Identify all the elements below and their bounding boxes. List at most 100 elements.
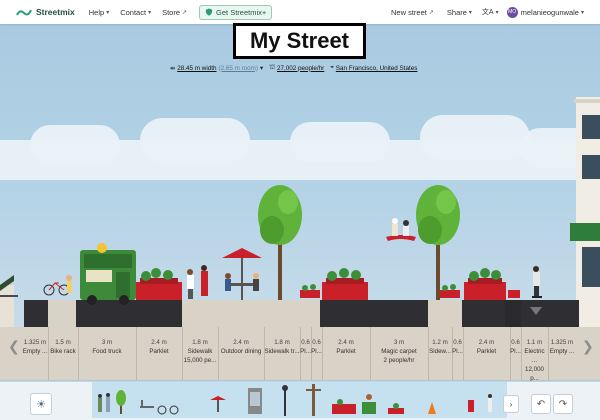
palette-items: [98, 384, 492, 416]
brand-name: Streetmix: [36, 7, 75, 17]
segment-label[interactable]: 0.6 Pl...: [300, 338, 311, 356]
segment-label[interactable]: 2.4 m Parklet: [136, 338, 182, 356]
segment-label[interactable]: 1.325 m Empty ...: [22, 338, 48, 356]
segment-label[interactable]: 2.4 m Parklet: [463, 338, 510, 356]
segment-name: Pl...: [452, 348, 463, 355]
palette-item-pedestrians: [98, 393, 110, 412]
parklet-icon: [136, 268, 182, 300]
logo-icon: [16, 9, 32, 15]
segment-width: 1.325 m: [23, 339, 47, 346]
streetmix-logo[interactable]: Streetmix: [16, 7, 75, 17]
planter-icon: [300, 290, 320, 298]
new-street-label: New street: [391, 7, 427, 17]
segment-width: 0.6: [312, 339, 321, 346]
get-streetmix-plus-button[interactable]: Get Streetmix+: [199, 4, 273, 20]
chevron-down-icon: ▾: [468, 9, 472, 16]
segment-label[interactable]: 0.6 Pl...: [510, 338, 521, 356]
user-menu[interactable]: MO melanieogunwale ▾: [506, 6, 584, 18]
segment-label[interactable]: 1.2 m Sidew...: [428, 338, 452, 356]
palette-item-bench: [140, 400, 154, 408]
menu-help-label: Help: [88, 7, 105, 17]
segment-name: Pl...: [300, 348, 311, 355]
new-street-button[interactable]: New street ↗: [391, 8, 434, 17]
location-info[interactable]: ⌖ San Francisco, United States: [330, 64, 417, 72]
palette-next-button[interactable]: ›: [503, 395, 519, 413]
parklet-icon: [322, 268, 368, 300]
redo-icon[interactable]: ↷: [553, 394, 573, 414]
outdoor-dining-icon: [222, 248, 262, 300]
segment-name: Sidew...: [429, 348, 451, 355]
segment-width: 1.8 m: [274, 339, 290, 346]
street-scene: [24, 185, 579, 328]
external-link-icon: ↗: [428, 9, 434, 16]
shield-icon: [205, 8, 213, 16]
segment-label[interactable]: 2.4 m Outdoor dining: [218, 338, 264, 356]
palette-item-parklet: [332, 399, 356, 414]
sidewalk-surface: [182, 300, 320, 328]
segment-label[interactable]: 1.8 m Sidewalk tr...: [264, 338, 300, 356]
segment-label[interactable]: 1.5 m Bike rack: [48, 338, 78, 356]
palette-item-tree: [116, 390, 126, 414]
segment-name: Bike rack: [50, 348, 76, 355]
segment-width: 0.6: [453, 339, 462, 346]
segment-label[interactable]: 1.325 m Empty ...: [548, 338, 576, 356]
segment-palette[interactable]: [92, 382, 507, 418]
share-menu[interactable]: Share ▾: [447, 8, 472, 17]
segment-label[interactable]: 3 m Magic carpet 2 people/hr: [370, 338, 428, 365]
people-icon: ⛫: [269, 64, 275, 71]
sun-icon[interactable]: ☀: [30, 393, 52, 415]
segment-name: Parklet: [149, 348, 169, 355]
segment-capacity: 2 people/hr: [383, 357, 415, 364]
palette-item-outdoor-dining: [210, 396, 226, 412]
electric-scooter-lane: [505, 300, 521, 328]
palette-item-streetlight: [282, 385, 288, 416]
segment-width: 1.325 m: [550, 339, 574, 346]
magic-carpet-icon: [386, 218, 416, 241]
palette-item-planter: [388, 403, 404, 414]
get-streetmix-plus-label: Get Streetmix+: [216, 7, 267, 17]
menu-store[interactable]: Store ↗: [162, 8, 187, 17]
bike-rack-curb: [48, 300, 76, 328]
segment-label[interactable]: 1.8 m Sidewalk 15,000 pe...: [182, 338, 218, 365]
segment-width: 0.6: [301, 339, 310, 346]
top-menu-bar: Streetmix Help ▾ Contact ▾ Store ↗ Get S…: [0, 0, 600, 24]
segment-label[interactable]: 0.6 Pl...: [452, 338, 463, 356]
map-pin-icon: ⌖: [330, 64, 334, 71]
segment-label[interactable]: 2.4 m Parklet: [322, 338, 370, 356]
segment-width: 2.4 m: [151, 339, 167, 346]
segment-label[interactable]: 1.1 m Electric ... 12,000 p...: [521, 338, 548, 383]
translate-icon: 文A: [481, 9, 494, 16]
language-menu[interactable]: 文A ▾: [482, 7, 499, 17]
street-width-control[interactable]: ⇹ 28.45 m width (2.65 m room) ▾: [170, 65, 263, 72]
menu-store-label: Store: [162, 7, 181, 17]
capacity-label: 27,002 people/hr: [277, 64, 325, 72]
segment-name: Empty ...: [549, 348, 575, 355]
palette-item-utility-pole: [306, 384, 321, 416]
chevron-down-icon: ▾: [260, 64, 264, 72]
menu-contact[interactable]: Contact ▾: [120, 8, 151, 17]
segment-name: Electric ...: [524, 348, 545, 364]
chevron-right-icon[interactable]: ❯: [582, 338, 594, 355]
undo-icon[interactable]: ↶: [531, 394, 551, 414]
bike-rack-icon: [43, 275, 72, 296]
food-truck-icon: [80, 243, 136, 305]
segment-name: Empty ...: [22, 348, 48, 355]
segment-name: Parklet: [336, 348, 356, 355]
parklet-icon: [464, 268, 506, 300]
segment-capacity: 15,000 pe...: [183, 357, 217, 364]
capacity-info[interactable]: ⛫ 27,002 people/hr: [269, 64, 324, 72]
street-metadata: ⇹ 28.45 m width (2.65 m room) ▾ ⛫ 27,002…: [170, 62, 432, 74]
segment-name: Outdoor dining: [220, 348, 262, 355]
chevron-left-icon[interactable]: ❮: [8, 338, 20, 355]
segment-label[interactable]: 3 m Food truck: [78, 338, 136, 356]
planter-icon: [508, 290, 520, 298]
share-label: Share: [446, 7, 467, 17]
avatar: MO: [506, 6, 518, 18]
segment-width: 2.4 m: [338, 339, 354, 346]
segment-label[interactable]: 0.6 Pl...: [311, 338, 322, 356]
palette-item-fire-hydrant: [468, 400, 474, 412]
street-name-title[interactable]: My Street: [233, 23, 366, 59]
menu-help[interactable]: Help ▾: [89, 8, 109, 17]
segment-width: 1.2 m: [432, 339, 448, 346]
palette-item-bike-rack: [157, 405, 179, 415]
